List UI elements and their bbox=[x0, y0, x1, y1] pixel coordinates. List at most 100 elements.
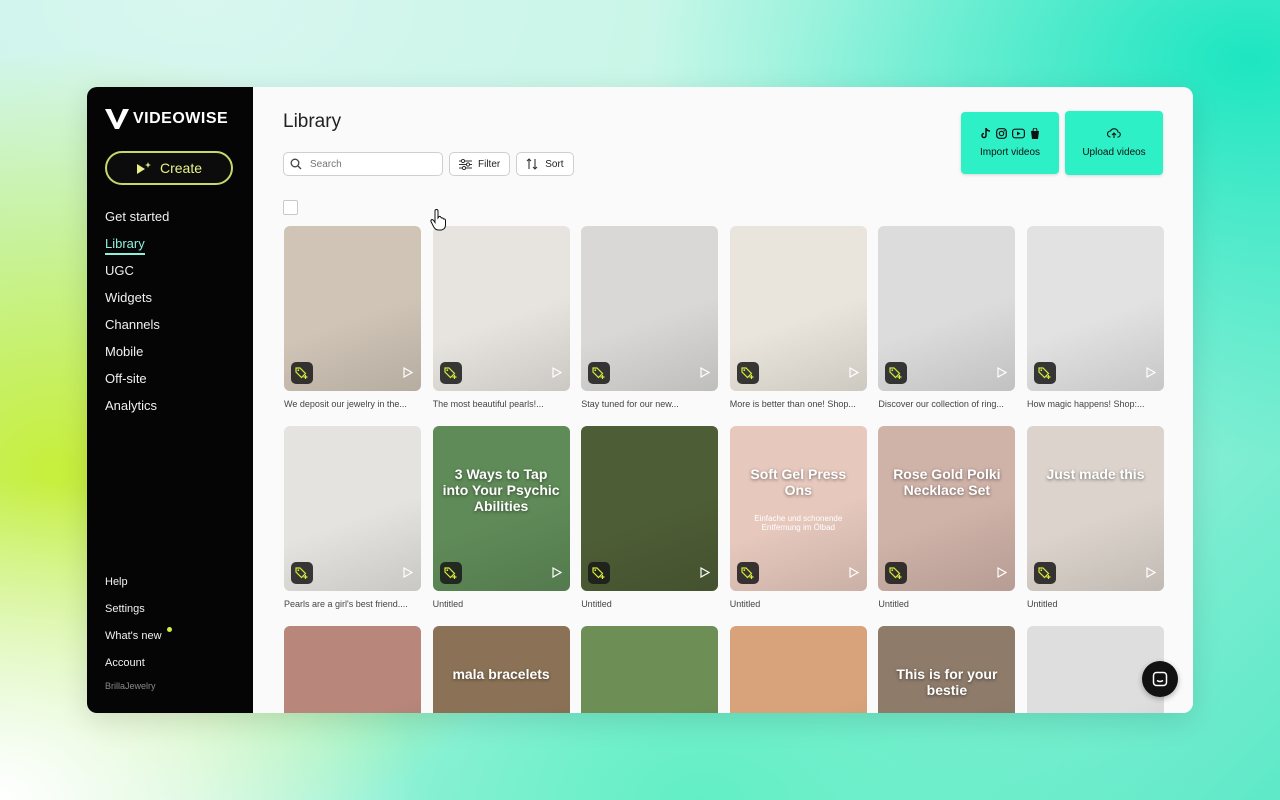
nav-item-help[interactable]: Help bbox=[105, 575, 162, 602]
tag-plus-icon bbox=[889, 367, 902, 379]
sort-button[interactable]: Sort bbox=[516, 152, 574, 176]
nav-item-mobile[interactable]: Mobile bbox=[105, 340, 169, 367]
video-card[interactable]: Discover our collection of ring... bbox=[878, 226, 1016, 413]
filter-icon bbox=[459, 158, 472, 170]
video-card[interactable]: Stay tuned for our new... bbox=[581, 226, 719, 413]
video-card[interactable]: Just made this Untitled bbox=[1026, 426, 1164, 613]
app-window: VIDEOWISE Create Get started Library UGC… bbox=[87, 87, 1193, 713]
video-thumbnail[interactable]: mala bracelets bbox=[432, 626, 570, 713]
nav-item-settings[interactable]: Settings bbox=[105, 602, 162, 629]
tag-product-button[interactable] bbox=[439, 562, 462, 584]
video-caption: Untitled bbox=[581, 599, 612, 609]
play-button[interactable] bbox=[849, 365, 860, 383]
search-input[interactable] bbox=[308, 157, 432, 171]
video-card[interactable]: mala bracelets bbox=[432, 626, 570, 713]
play-button[interactable] bbox=[551, 565, 562, 583]
play-button[interactable] bbox=[403, 565, 414, 583]
import-videos-button[interactable]: Import videos bbox=[961, 112, 1059, 174]
video-thumbnail[interactable] bbox=[729, 626, 867, 713]
play-button[interactable] bbox=[997, 365, 1008, 383]
video-thumbnail[interactable] bbox=[1026, 226, 1164, 391]
video-card[interactable] bbox=[284, 626, 421, 713]
upload-videos-label: Upload videos bbox=[1082, 147, 1146, 158]
video-thumbnail[interactable]: 3 Ways to Tap into Your Psychic Abilitie… bbox=[432, 426, 570, 591]
video-thumbnail[interactable] bbox=[878, 226, 1016, 391]
video-card[interactable] bbox=[729, 626, 867, 713]
video-thumbnail[interactable]: Just made this bbox=[1026, 426, 1164, 591]
video-card[interactable]: More is better than one! Shop... bbox=[729, 226, 867, 413]
play-button[interactable] bbox=[551, 365, 562, 383]
video-grid: We deposit our jewelry in the... The most… bbox=[284, 226, 1164, 713]
video-card[interactable]: This is for your bestie bbox=[878, 626, 1016, 713]
video-card[interactable]: Soft Gel Press Ons Einfache und schonende… bbox=[729, 426, 867, 613]
video-caption: Untitled bbox=[1026, 599, 1058, 609]
filter-label: Filter bbox=[478, 158, 501, 170]
tag-product-button[interactable] bbox=[885, 362, 908, 384]
tag-product-button[interactable] bbox=[736, 362, 759, 384]
tag-product-button[interactable] bbox=[588, 362, 611, 384]
play-button[interactable] bbox=[849, 565, 860, 583]
filter-button[interactable]: Filter bbox=[449, 152, 511, 176]
sort-label: Sort bbox=[545, 158, 564, 170]
video-card[interactable]: The most beautiful pearls!... bbox=[432, 226, 570, 413]
nav-item-channels[interactable]: Channels bbox=[105, 313, 169, 340]
select-all-checkbox[interactable] bbox=[283, 200, 298, 215]
tag-product-button[interactable] bbox=[1033, 362, 1056, 384]
video-thumbnail[interactable]: Rose Gold Polki Necklace Set bbox=[878, 426, 1016, 591]
tag-product-button[interactable] bbox=[1033, 562, 1056, 584]
video-card[interactable]: Untitled bbox=[581, 426, 719, 613]
video-card[interactable]: How magic happens! Shop:... bbox=[1026, 226, 1164, 413]
nav-item-get-started[interactable]: Get started bbox=[105, 205, 169, 232]
tag-product-button[interactable] bbox=[291, 362, 313, 384]
play-icon bbox=[700, 366, 711, 379]
tag-plus-icon bbox=[295, 367, 308, 379]
nav-item-off-site[interactable]: Off-site bbox=[105, 367, 169, 394]
play-button[interactable] bbox=[700, 565, 711, 583]
tag-product-button[interactable] bbox=[885, 562, 908, 584]
nav-item-whats-new[interactable]: What's new bbox=[105, 627, 172, 656]
search-box[interactable] bbox=[283, 152, 443, 176]
video-thumbnail[interactable] bbox=[581, 426, 719, 591]
video-thumbnail[interactable] bbox=[284, 426, 421, 591]
play-icon bbox=[997, 366, 1008, 379]
video-thumbnail[interactable]: Soft Gel Press Ons Einfache und schonende… bbox=[729, 426, 867, 591]
page-title: Library bbox=[283, 111, 342, 132]
nav-item-account[interactable]: Account bbox=[105, 656, 162, 683]
play-button[interactable] bbox=[997, 565, 1008, 583]
play-icon bbox=[849, 366, 860, 379]
video-thumbnail[interactable] bbox=[581, 626, 719, 713]
play-sparkle-icon bbox=[136, 162, 151, 174]
video-thumbnail[interactable] bbox=[729, 226, 867, 391]
logo[interactable]: VIDEOWISE bbox=[105, 109, 228, 129]
play-button[interactable] bbox=[700, 365, 711, 383]
video-thumbnail[interactable] bbox=[284, 226, 421, 391]
upload-videos-button[interactable]: Upload videos bbox=[1065, 111, 1163, 175]
play-button[interactable] bbox=[1146, 565, 1157, 583]
create-button[interactable]: Create bbox=[105, 151, 233, 185]
tag-product-button[interactable] bbox=[588, 562, 611, 584]
video-caption: Untitled bbox=[878, 599, 909, 609]
play-button[interactable] bbox=[1146, 365, 1157, 383]
video-thumbnail[interactable] bbox=[284, 626, 421, 713]
chat-launcher-button[interactable] bbox=[1142, 661, 1178, 697]
tag-product-button[interactable] bbox=[736, 562, 759, 584]
video-card[interactable]: Rose Gold Polki Necklace Set Untitled bbox=[878, 426, 1016, 613]
video-thumbnail[interactable] bbox=[432, 226, 570, 391]
video-card[interactable]: We deposit our jewelry in the... bbox=[284, 226, 421, 413]
tag-product-button[interactable] bbox=[439, 362, 462, 384]
video-card[interactable]: 3 Ways to Tap into Your Psychic Abilitie… bbox=[432, 426, 570, 613]
tag-product-button[interactable] bbox=[291, 562, 313, 584]
video-caption: Discover our collection of ring... bbox=[878, 399, 1004, 409]
video-card[interactable]: Pearls are a girl's best friend.... bbox=[284, 426, 421, 613]
play-icon bbox=[1146, 566, 1157, 579]
nav-item-analytics[interactable]: Analytics bbox=[105, 394, 169, 421]
video-thumbnail[interactable]: This is for your bestie bbox=[878, 626, 1016, 713]
create-button-label: Create bbox=[159, 160, 203, 176]
nav-item-ugc[interactable]: UGC bbox=[105, 259, 169, 286]
play-button[interactable] bbox=[403, 365, 414, 383]
nav-item-library[interactable]: Library bbox=[105, 232, 169, 259]
video-card[interactable] bbox=[581, 626, 719, 713]
youtube-icon bbox=[1012, 128, 1025, 139]
nav-item-widgets[interactable]: Widgets bbox=[105, 286, 169, 313]
video-thumbnail[interactable] bbox=[581, 226, 719, 391]
